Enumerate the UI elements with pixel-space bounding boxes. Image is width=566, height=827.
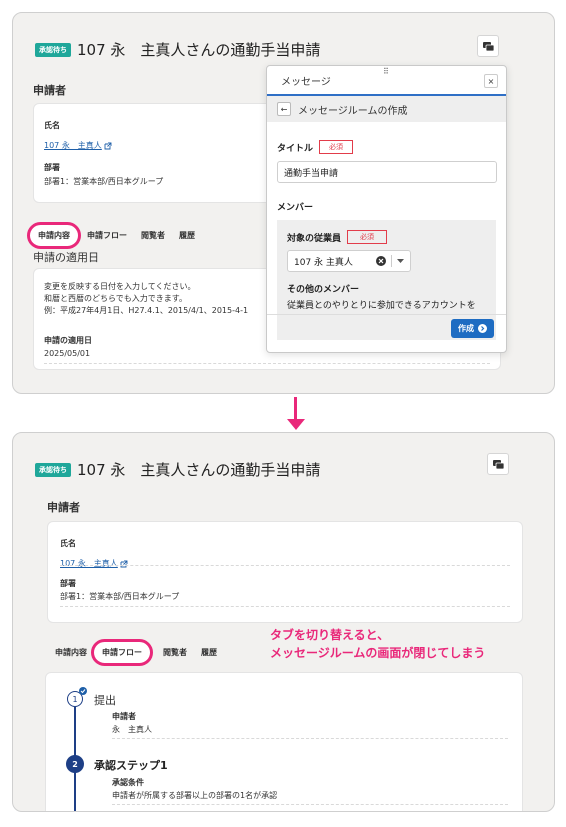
message-button[interactable] xyxy=(477,35,499,57)
help-text: 変更を反映する日付を入力してください。 和暦と西暦のどちらでも入力できます。 例… xyxy=(44,281,248,317)
tab-bar: 申請内容 申請フロー 閲覧者 履歴 xyxy=(55,639,231,666)
status-badge: 承認待ち xyxy=(35,42,71,57)
step1-title: 提出 xyxy=(94,694,116,707)
tab-history[interactable]: 履歴 xyxy=(201,647,217,658)
modal-title: メッセージ xyxy=(281,76,331,88)
name-label: 氏名 xyxy=(44,121,60,130)
title-field-label: タイトル xyxy=(277,143,314,154)
tab-viewers[interactable]: 閲覧者 xyxy=(163,647,187,658)
tab-viewers[interactable]: 閲覧者 xyxy=(141,230,165,241)
chevron-down-icon[interactable] xyxy=(397,259,404,263)
divider xyxy=(44,363,490,364)
external-link-icon xyxy=(104,142,112,149)
step2-condition-value: 申請者が所属する部署以上の部署の1名が承認 xyxy=(112,791,278,800)
create-button-label: 作成 xyxy=(458,324,474,333)
tab-history[interactable]: 履歴 xyxy=(179,230,195,241)
before-screenshot-frame: 承認待ち 107 永 主真人さんの通勤手当申請 申請者 氏名 107 永 主真人… xyxy=(12,12,555,394)
applicant-section-title: 申請者 xyxy=(47,501,80,514)
title-input[interactable]: 通勤手当申請 xyxy=(277,161,497,183)
target-employee-label-row: 対象の従業員 必須 xyxy=(287,230,388,244)
applicant-name-link[interactable]: 107 永 主真人 xyxy=(44,140,112,151)
arrow-right-circle-icon xyxy=(478,324,487,333)
step2-condition-label: 承認条件 xyxy=(112,778,144,787)
target-employee-select[interactable]: 107 永 主真人 xyxy=(287,250,411,272)
dept-value: 部署1：営業本部/西日本グループ xyxy=(60,592,180,601)
applicant-section-title: 申請者 xyxy=(33,84,66,97)
clear-icon[interactable] xyxy=(376,256,386,266)
dept-value: 部署1：営業本部/西日本グループ xyxy=(44,177,164,186)
target-employee-value: 107 永 主真人 xyxy=(294,257,353,268)
modal-subheader: ← メッセージルームの作成 xyxy=(267,96,506,122)
chat-icon xyxy=(492,459,504,469)
down-arrow-line xyxy=(294,397,297,421)
close-icon[interactable]: × xyxy=(484,74,498,88)
step2-title: 承認ステップ1 xyxy=(94,759,168,772)
dept-label: 部署 xyxy=(44,163,60,172)
members-label: メンバー xyxy=(277,203,314,213)
divider xyxy=(60,565,510,566)
annotation-note: タブを切り替えると、 メッセージルームの画面が閉じてしまう xyxy=(270,626,485,662)
required-badge: 必須 xyxy=(347,230,388,244)
applicant-name-link[interactable]: 107 永 主真人 xyxy=(60,558,128,569)
help-line: 変更を反映する日付を入力してください。 xyxy=(44,282,196,291)
divider xyxy=(112,738,508,739)
applicant-name-text: 107 永 主真人 xyxy=(44,141,102,150)
drag-handle-icon[interactable]: ⠿ xyxy=(383,67,389,76)
annotation-line: タブを切り替えると、 xyxy=(270,628,390,642)
step-number: 2 xyxy=(66,755,84,773)
other-members-label: その他のメンバー xyxy=(287,285,360,295)
divider xyxy=(60,606,510,607)
tab-application-flow[interactable]: 申請フロー xyxy=(87,230,127,241)
help-line: 和暦と西暦のどちらでも入力できます。 xyxy=(44,294,187,303)
title-row: 承認待ち 107 永 主真人さんの通勤手当申請 xyxy=(35,39,320,60)
apply-date-value: 2025/05/01 xyxy=(44,349,91,358)
message-button[interactable] xyxy=(487,453,509,475)
step1-applicant-label: 申請者 xyxy=(112,712,136,721)
required-badge: 必須 xyxy=(319,140,354,154)
back-arrow-icon[interactable]: ← xyxy=(277,102,291,116)
tab-application-flow[interactable]: 申請フロー xyxy=(91,639,153,666)
tab-application-content[interactable]: 申請内容 xyxy=(27,222,81,249)
title-row: 承認待ち 107 永 主真人さんの通勤手当申請 xyxy=(35,459,320,480)
divider xyxy=(112,804,508,805)
tab-bar: 申請内容 申請フロー 閲覧者 履歴 xyxy=(27,222,209,249)
applicant-card: 氏名 107 永 主真人 部署 部署1：営業本部/西日本グループ xyxy=(47,521,523,623)
select-divider xyxy=(391,255,392,267)
modal-footer-divider xyxy=(267,314,506,315)
page-title: 107 永 主真人さんの通勤手当申請 xyxy=(77,41,321,59)
approval-flow-card: 1 提出 申請者 永 主真人 2 承認ステップ1 承認条件 申請者が所属する部署… xyxy=(45,672,523,811)
external-link-icon xyxy=(120,560,128,567)
create-button[interactable]: 作成 xyxy=(451,319,494,338)
help-line: 例：平成27年4月1日、H27.4.1、2015/4/1、2015-4-1 xyxy=(44,306,249,315)
after-screenshot-frame: 承認待ち 107 永 主真人さんの通勤手当申請 申請者 氏名 107 永 主真人… xyxy=(12,432,555,812)
applicant-card: 氏名 107 永 主真人 部署 部署1：営業本部/西日本グループ xyxy=(33,103,283,203)
apply-date-label: 申請の適用日 xyxy=(44,336,92,345)
modal-header: ⠿ メッセージ × xyxy=(267,66,506,96)
status-badge: 承認待ち xyxy=(35,462,71,477)
select-controls xyxy=(376,255,404,267)
annotation-line: メッセージルームの画面が閉じてしまう xyxy=(270,646,486,660)
chat-icon xyxy=(482,41,494,51)
down-arrow-icon xyxy=(287,419,305,430)
page-title: 107 永 主真人さんの通勤手当申請 xyxy=(77,461,321,479)
check-circle-icon xyxy=(79,687,87,695)
message-room-modal: ⠿ メッセージ × ← メッセージルームの作成 タイトル 必須 通勤手当申請 メ… xyxy=(266,65,507,353)
name-label: 氏名 xyxy=(60,539,76,548)
title-field-label-row: タイトル 必須 xyxy=(277,140,354,154)
apply-date-heading: 申請の適用日 xyxy=(33,251,99,264)
step1-applicant-value: 永 主真人 xyxy=(112,725,152,734)
modal-subheader-title: メッセージルームの作成 xyxy=(298,105,408,117)
applicant-name-text: 107 永 主真人 xyxy=(60,559,118,568)
target-employee-label: 対象の従業員 xyxy=(287,233,342,244)
other-members-help: 従業員とのやりとりに参加できるアカウントを xyxy=(287,301,476,311)
tab-application-content[interactable]: 申請内容 xyxy=(55,647,87,658)
dept-label: 部署 xyxy=(60,579,76,588)
